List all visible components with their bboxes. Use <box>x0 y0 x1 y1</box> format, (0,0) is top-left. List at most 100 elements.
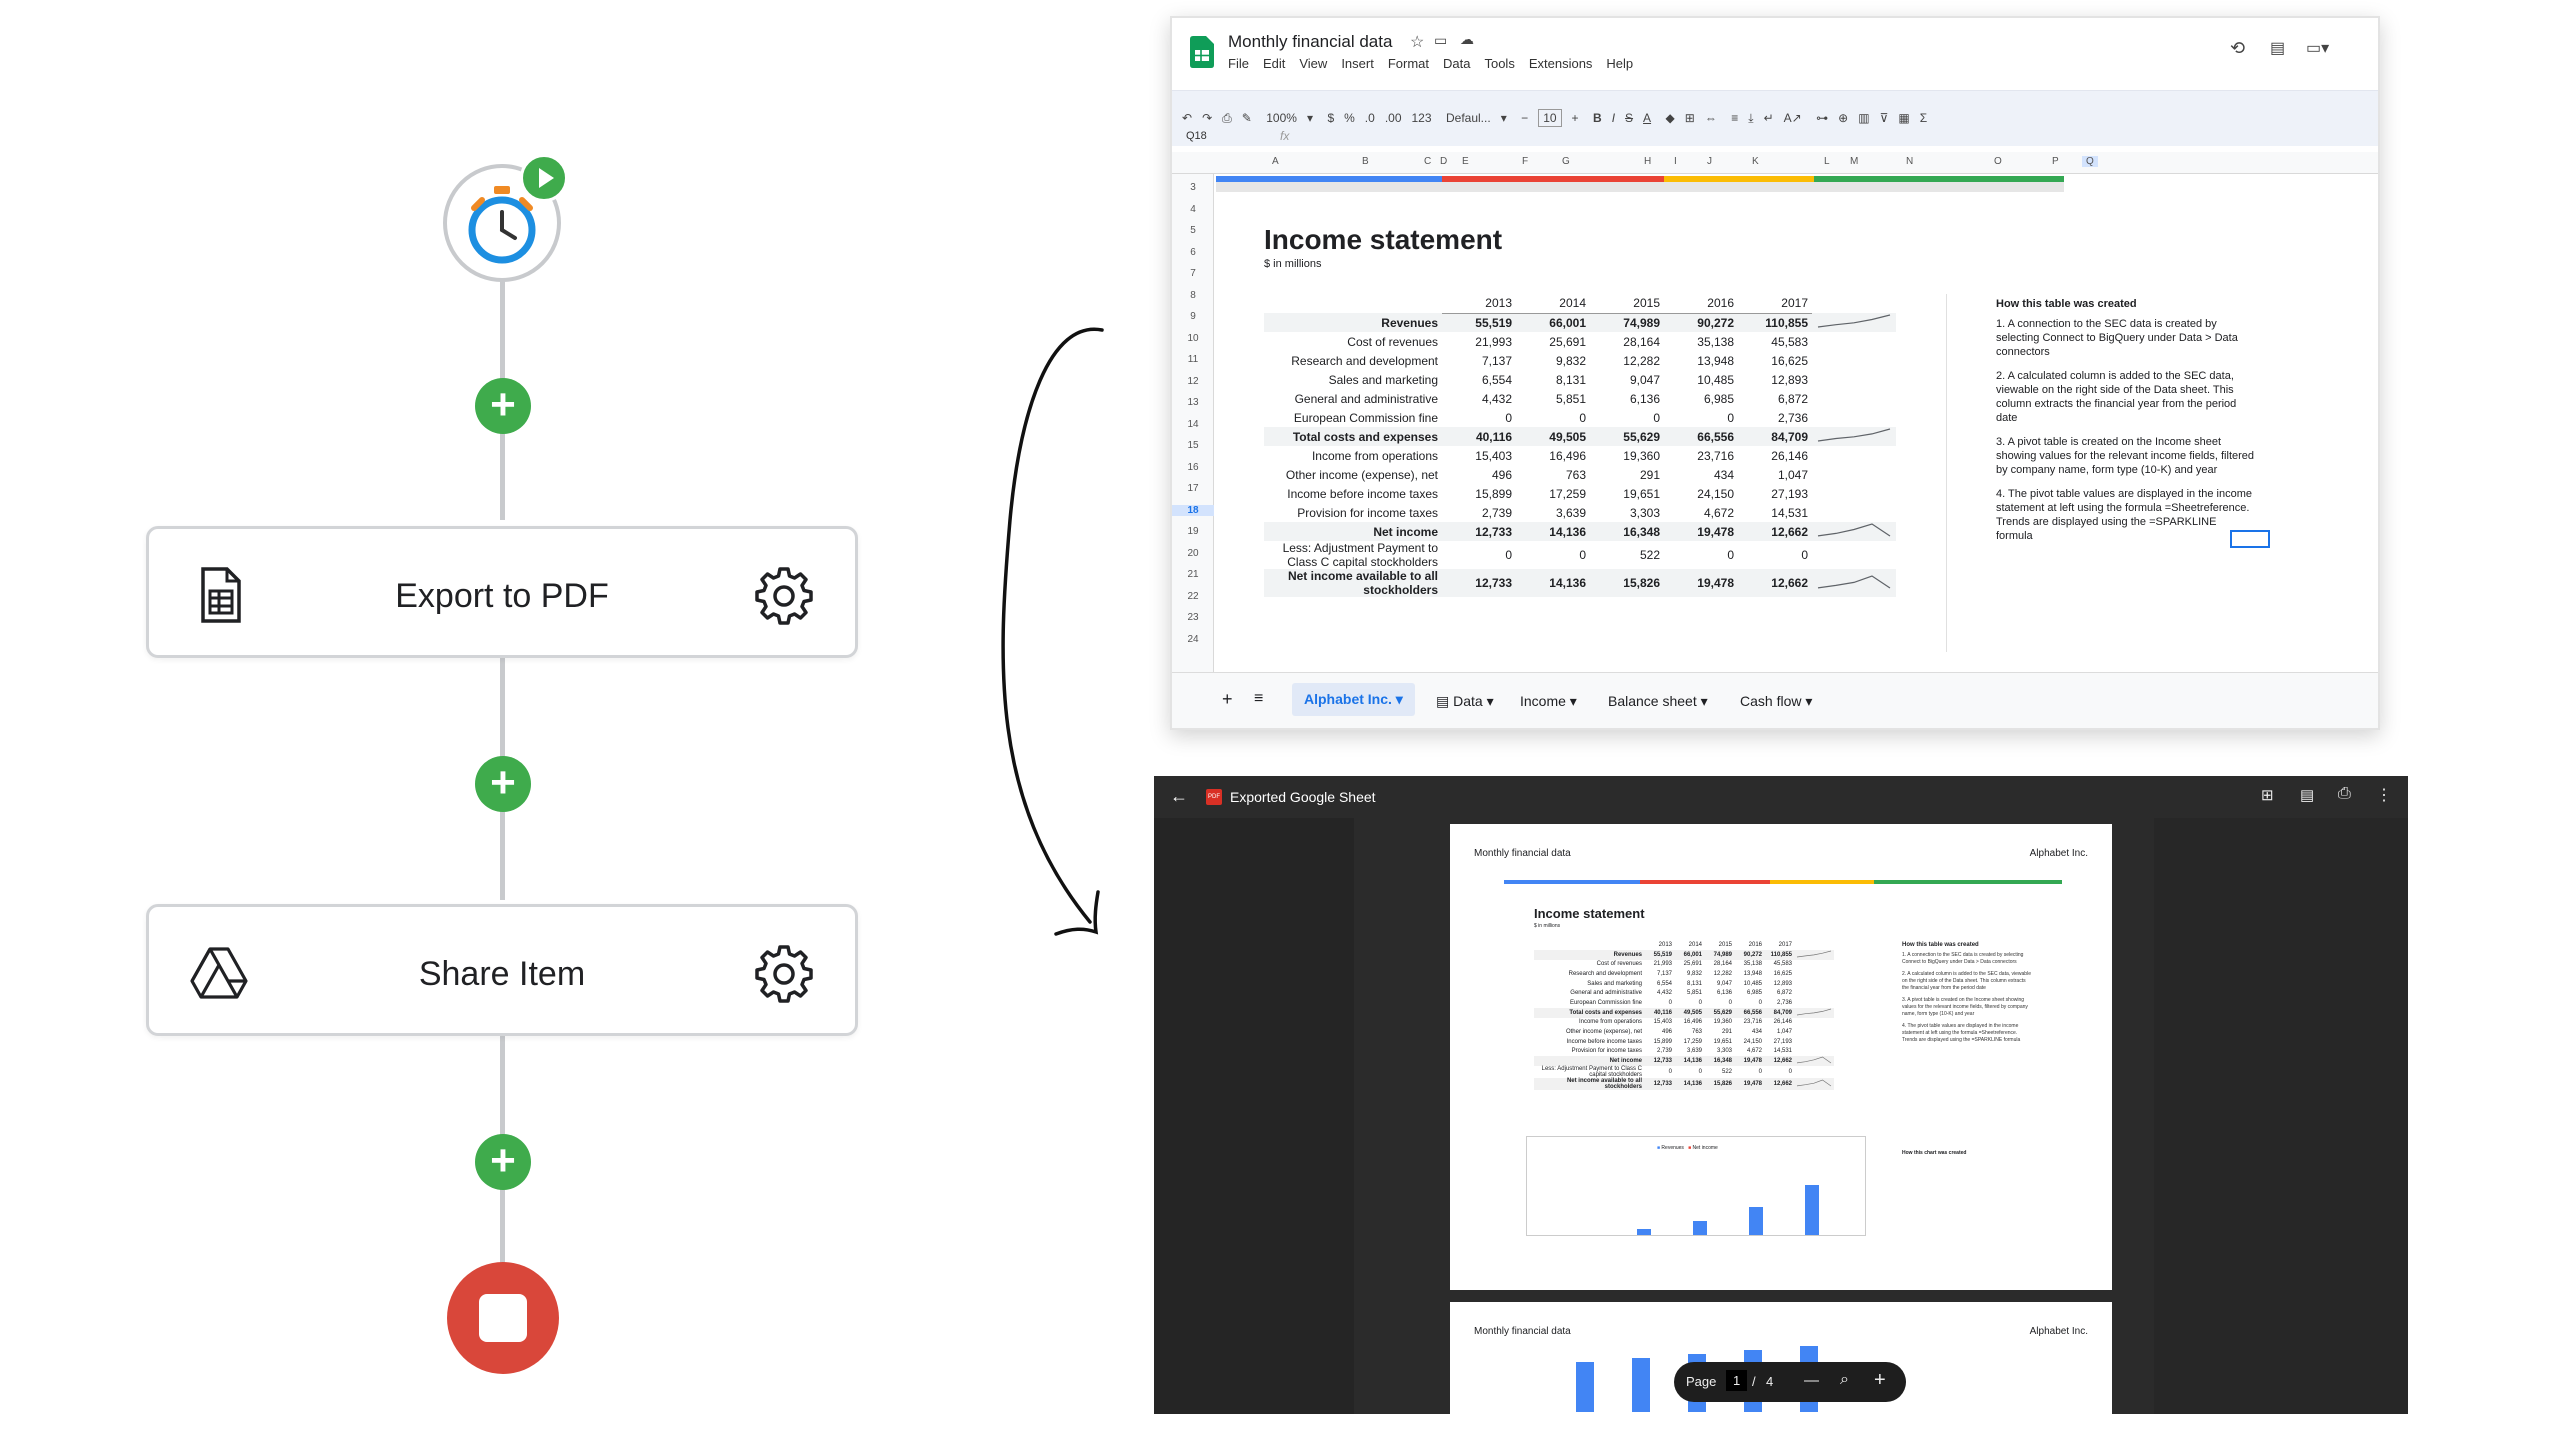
meet-icon[interactable]: ▭▾ <box>2306 38 2329 58</box>
rotate-icon[interactable]: A↗ <box>1784 111 1802 125</box>
paint-format-icon[interactable]: ✎ <box>1242 111 1252 125</box>
cell-value[interactable]: 15,403 <box>1442 446 1516 465</box>
menu-edit[interactable]: Edit <box>1263 56 1285 71</box>
column-header[interactable]: C <box>1424 156 1431 167</box>
column-header[interactable]: M <box>1850 156 1858 167</box>
cell-value[interactable]: 12,893 <box>1738 370 1812 389</box>
cell-value[interactable]: 21,993 <box>1442 332 1516 351</box>
cell-value[interactable]: 0 <box>1664 408 1738 427</box>
cell-value[interactable]: 291 <box>1590 465 1664 484</box>
menu-extensions[interactable]: Extensions <box>1529 56 1593 71</box>
cell-value[interactable]: 25,691 <box>1516 332 1590 351</box>
text-color-icon[interactable]: A <box>1643 111 1651 125</box>
column-header[interactable]: Q <box>2082 156 2098 167</box>
add-to-drive-icon[interactable]: ⊞ <box>2261 786 2274 804</box>
cell-value[interactable]: 19,478 <box>1664 569 1738 597</box>
row-header[interactable]: 14 <box>1172 419 1214 430</box>
cell-value[interactable]: 40,116 <box>1442 427 1516 446</box>
cell-value[interactable]: 15,826 <box>1590 569 1664 597</box>
row-header[interactable]: 20 <box>1172 548 1214 559</box>
cell-value[interactable]: 66,001 <box>1516 313 1590 332</box>
valign-icon[interactable]: ⤓ <box>1748 111 1753 126</box>
number-format-button[interactable]: 123 <box>1412 111 1432 125</box>
menu-help[interactable]: Help <box>1606 56 1633 71</box>
cell-value[interactable]: 6,554 <box>1442 370 1516 389</box>
undo-icon[interactable]: ↶ <box>1182 111 1192 125</box>
cell-value[interactable]: 55,629 <box>1590 427 1664 446</box>
row-header[interactable]: 24 <box>1172 634 1214 645</box>
font-size-decrease[interactable]: − <box>1521 111 1528 125</box>
cell-value[interactable]: 9,832 <box>1516 351 1590 370</box>
redo-icon[interactable]: ↷ <box>1202 111 1212 125</box>
cell-value[interactable]: 0 <box>1590 408 1664 427</box>
filter-icon[interactable]: ⊽ <box>1880 111 1889 125</box>
row-header[interactable]: 10 <box>1172 333 1214 344</box>
align-icon[interactable]: ≡ <box>1731 111 1738 125</box>
add-step-button[interactable]: + <box>475 378 531 434</box>
add-sheet-icon[interactable]: + <box>1222 689 1233 710</box>
cell-value[interactable]: 496 <box>1442 465 1516 484</box>
cell-value[interactable]: 0 <box>1442 408 1516 427</box>
decrease-decimal-button[interactable]: .0 <box>1365 111 1375 125</box>
tab-alphabet-inc[interactable]: Alphabet Inc. ▾ <box>1292 683 1415 716</box>
cell-value[interactable]: 17,259 <box>1516 484 1590 503</box>
column-header[interactable]: A <box>1272 156 1279 167</box>
comment-icon[interactable]: ▤ <box>2300 786 2314 804</box>
row-header[interactable]: 5 <box>1172 225 1214 236</box>
row-header[interactable]: 7 <box>1172 268 1214 279</box>
star-icon[interactable]: ☆ <box>1410 32 1424 52</box>
cell-value[interactable]: 26,146 <box>1738 446 1812 465</box>
menu-format[interactable]: Format <box>1388 56 1429 71</box>
cell-value[interactable]: 13,948 <box>1664 351 1738 370</box>
cloud-icon[interactable]: ☁ <box>1460 31 1474 48</box>
row-header[interactable]: 13 <box>1172 397 1214 408</box>
column-header[interactable]: I <box>1674 156 1677 167</box>
cell-value[interactable]: 84,709 <box>1738 427 1812 446</box>
row-header[interactable]: 21 <box>1172 569 1214 580</box>
cell-value[interactable]: 12,282 <box>1590 351 1664 370</box>
column-header[interactable]: J <box>1707 156 1712 167</box>
cell-value[interactable]: 0 <box>1738 541 1812 569</box>
row-header[interactable]: 16 <box>1172 462 1214 473</box>
row-header[interactable]: 17 <box>1172 483 1214 494</box>
cell-value[interactable]: 12,733 <box>1442 522 1516 541</box>
currency-button[interactable]: $ <box>1327 111 1334 125</box>
link-icon[interactable]: ⊶ <box>1816 111 1828 125</box>
print-icon[interactable]: ⎙ <box>1222 111 1232 126</box>
menu-tools[interactable]: Tools <box>1484 56 1514 71</box>
page-number-input[interactable]: 1 <box>1726 1370 1748 1391</box>
stop-button[interactable] <box>447 1262 559 1374</box>
insert-comment-icon[interactable]: ⊕ <box>1838 111 1848 125</box>
name-box[interactable]: Q18 <box>1186 130 1207 142</box>
row-header[interactable]: 12 <box>1172 376 1214 387</box>
cell-value[interactable]: 522 <box>1590 541 1664 569</box>
cell-value[interactable]: 0 <box>1664 541 1738 569</box>
gear-icon[interactable] <box>753 943 815 1005</box>
column-header[interactable]: P <box>2052 156 2059 167</box>
menu-file[interactable]: File <box>1228 56 1249 71</box>
cell-value[interactable]: 2,739 <box>1442 503 1516 522</box>
zoom-in-button[interactable]: + <box>1874 1369 1886 1392</box>
cell-value[interactable]: 12,662 <box>1738 522 1812 541</box>
zoom-select[interactable]: 100% <box>1266 111 1297 125</box>
cell-value[interactable]: 1,047 <box>1738 465 1812 484</box>
cell-value[interactable]: 90,272 <box>1664 313 1738 332</box>
add-step-button[interactable]: + <box>475 1134 531 1190</box>
cell-value[interactable]: 24,150 <box>1664 484 1738 503</box>
cell-value[interactable]: 8,131 <box>1516 370 1590 389</box>
row-header[interactable]: 8 <box>1172 290 1214 301</box>
column-header[interactable]: K <box>1752 156 1759 167</box>
italic-icon[interactable]: I <box>1612 111 1615 125</box>
column-header[interactable]: F <box>1522 156 1528 167</box>
cell-value[interactable]: 35,138 <box>1664 332 1738 351</box>
cell-value[interactable]: 0 <box>1516 408 1590 427</box>
cell-value[interactable]: 7,137 <box>1442 351 1516 370</box>
play-icon[interactable] <box>520 154 568 202</box>
row-header[interactable]: 6 <box>1172 247 1214 258</box>
cell-value[interactable]: 15,899 <box>1442 484 1516 503</box>
cell-value[interactable]: 14,136 <box>1516 522 1590 541</box>
cell-value[interactable]: 27,193 <box>1738 484 1812 503</box>
cell-value[interactable]: 6,136 <box>1590 389 1664 408</box>
cell-value[interactable]: 110,855 <box>1738 313 1812 332</box>
folder-icon[interactable]: ▭ <box>1434 32 1447 49</box>
